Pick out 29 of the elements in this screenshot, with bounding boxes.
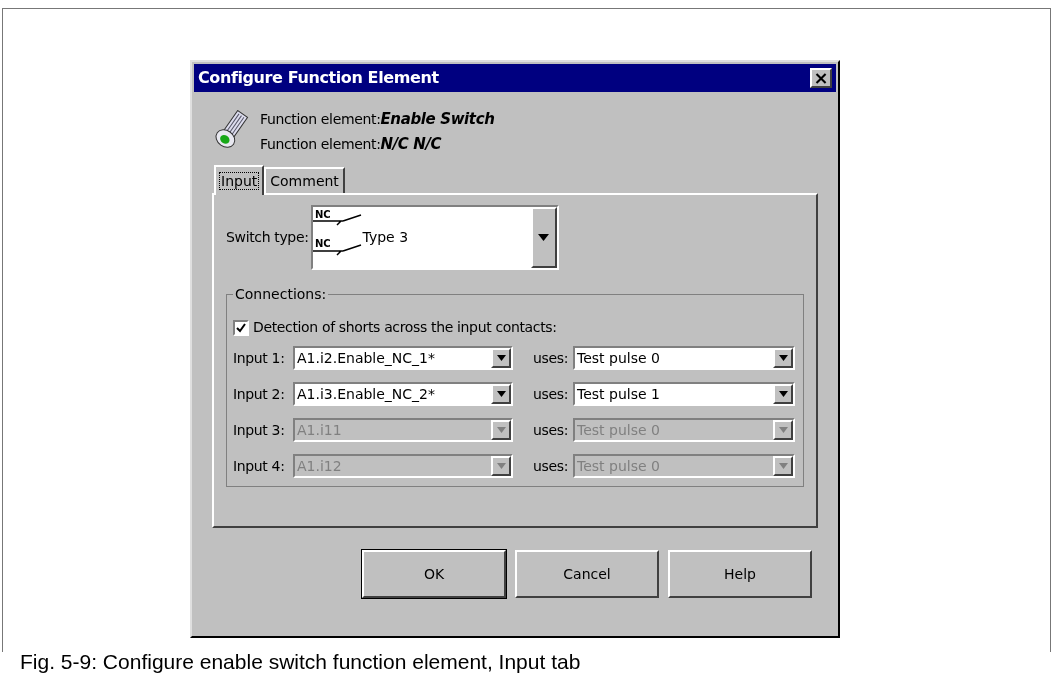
input-label: Input 4: bbox=[233, 456, 286, 476]
dialog-button[interactable]: Help bbox=[668, 550, 812, 598]
uses-label: uses: bbox=[533, 384, 570, 404]
dropdown-field[interactable]: Test pulse 1 bbox=[573, 382, 795, 406]
group-title: Connections: bbox=[234, 285, 328, 304]
dropdown-field[interactable]: A1.i3.Enable_NC_2* bbox=[293, 382, 513, 406]
input-label: Input 1: bbox=[233, 348, 286, 368]
checkbox[interactable] bbox=[233, 319, 249, 336]
figure-caption: Fig. 5-9: Configure enable switch function element, Input tab bbox=[20, 649, 581, 675]
switch-type-dropdown[interactable]: NC NC Type 3 bbox=[310, 205, 559, 270]
input-label: Input 3: bbox=[233, 420, 286, 440]
close-button[interactable]: × bbox=[810, 68, 832, 88]
window-title: Configure Function Element bbox=[198, 67, 439, 89]
info-label: Function element: bbox=[260, 134, 381, 154]
input-label: Input 2: bbox=[233, 384, 286, 404]
info-label: Function element: bbox=[260, 110, 381, 129]
tab[interactable]: Comment bbox=[264, 167, 345, 193]
checkbox-label: Detection of shorts across the input contacts: bbox=[253, 318, 557, 337]
info-value: Enable Switch bbox=[380, 109, 495, 130]
dropdown-field[interactable]: A1.i2.Enable_NC_1* bbox=[293, 346, 513, 370]
dropdown-field[interactable]: Test pulse 0 bbox=[573, 346, 795, 370]
uses-label: uses: bbox=[533, 456, 570, 476]
dialog-button[interactable]: Cancel bbox=[515, 550, 659, 598]
uses-label: uses: bbox=[533, 348, 570, 368]
switch-type-label: Switch type: bbox=[226, 228, 309, 247]
dialog-button[interactable]: OK bbox=[362, 550, 506, 598]
info-value: N/C N/C bbox=[380, 133, 442, 155]
uses-label: uses: bbox=[533, 420, 570, 440]
tab[interactable]: Input bbox=[214, 165, 265, 195]
